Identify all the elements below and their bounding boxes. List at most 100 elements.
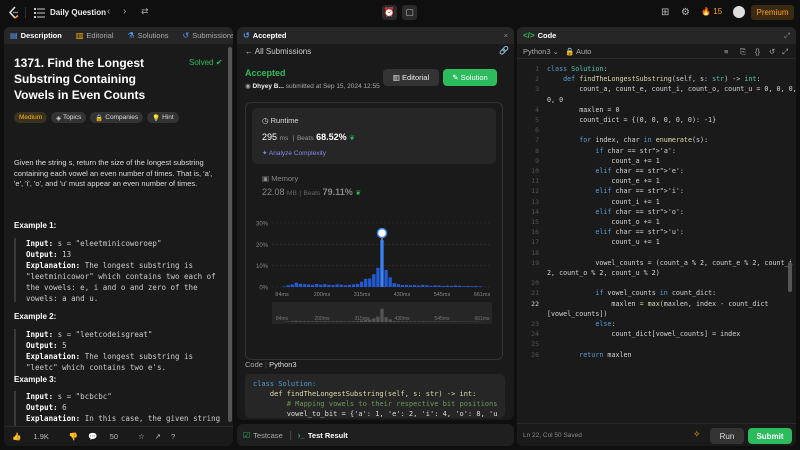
difficulty-badge[interactable]: Medium	[14, 112, 48, 123]
username[interactable]: Dhyey B...	[252, 83, 283, 90]
history-icon: ↺	[243, 31, 250, 40]
x-tick-label: 661ms	[474, 292, 491, 298]
chart-bar	[429, 285, 433, 287]
autocomplete-toggle[interactable]: 🔒 Auto	[565, 47, 591, 56]
star-icon[interactable]: ☆	[138, 432, 145, 441]
line-number: 3	[535, 85, 539, 94]
shuffle-icon[interactable]: ⇄	[141, 6, 149, 17]
language-select[interactable]: Python3 ⌄	[523, 47, 559, 56]
code-token: in	[643, 136, 652, 145]
hint-chip[interactable]: 💡 Hint	[147, 112, 179, 123]
premium-button[interactable]: Premium	[751, 5, 794, 20]
tab-editorial[interactable]: ▥ Editorial	[76, 31, 114, 40]
overview-tick-label: 430ms	[394, 316, 410, 322]
example-output: Output: 6	[26, 403, 67, 412]
code-line: count_a, count_e, count_i, count_o, coun…	[547, 85, 796, 94]
next-problem-icon[interactable]: ›	[123, 6, 126, 17]
dislike-icon[interactable]: 👎	[69, 432, 78, 441]
tab-accepted[interactable]: ↺ Accepted	[243, 31, 286, 40]
format-icon[interactable]: ≡	[724, 47, 728, 56]
code-token: elif	[595, 207, 612, 216]
timer-icon[interactable]: ⏰	[382, 5, 397, 20]
chip-label: Topics	[62, 114, 82, 121]
fullscreen-icon[interactable]: ⤢	[782, 47, 788, 57]
output-value: 6	[62, 403, 67, 412]
chart-bar	[351, 284, 356, 287]
tab-description[interactable]: ▤ Description	[10, 31, 62, 40]
share-icon[interactable]: ↗	[155, 432, 161, 441]
line-number: 20	[531, 279, 539, 288]
close-icon[interactable]: ×	[504, 31, 508, 40]
link-icon[interactable]: 🔗	[499, 46, 509, 55]
tab-solutions[interactable]: ⚗ Solutions	[128, 31, 169, 40]
like-button[interactable]: 👍 1.9K	[12, 432, 59, 441]
edit-icon: ✎	[452, 73, 461, 82]
runtime-distribution-chart[interactable]: 30% 20% 10% 0% 84ms 200ms 315ms 430ms 545ms 661ms…	[246, 221, 502, 361]
memory-label[interactable]: ▣ Memory	[262, 174, 298, 183]
code-token: return	[579, 350, 604, 359]
code-editor[interactable]: 1 class Solution: 2 def findTheLongestSubs…	[517, 60, 796, 423]
tab-label: Testcase	[253, 430, 283, 440]
braces-icon[interactable]: {}	[755, 47, 760, 56]
submit-button[interactable]: Submit	[748, 428, 792, 444]
reset-icon[interactable]: ↺	[769, 47, 775, 56]
analyze-complexity-link[interactable]: ✦ Analyze Complexity	[262, 149, 326, 157]
code-token: str	[712, 75, 725, 84]
code-token: in	[659, 289, 668, 298]
layout-icon[interactable]: ⊞	[661, 7, 669, 18]
line-number: 2	[535, 75, 539, 84]
code-token: def	[563, 75, 576, 84]
code-line: return maxlen	[579, 350, 632, 359]
problem-title: 1371. Find the Longest Substring Contain…	[14, 56, 146, 102]
code-line: for index, char in enumerate(s):	[579, 136, 709, 145]
scrollbar[interactable]	[788, 262, 792, 292]
maximize-icon[interactable]: ⤢	[784, 31, 790, 41]
runtime-card[interactable]: ◷ Runtime 295 ms | Beats 68.52% ❦ ✦ Anal…	[252, 108, 496, 164]
settings-gear-icon[interactable]: ⚙	[681, 7, 690, 18]
description-icon: ▤	[10, 31, 18, 40]
tab-testcase[interactable]: ☑ Testcase	[243, 431, 283, 440]
button-label: Editorial	[402, 73, 430, 82]
prev-problem-icon[interactable]: ‹	[107, 6, 110, 17]
submitted-code: class Solution: def findTheLongestSubstr…	[245, 374, 505, 418]
notes-icon[interactable]: ▢	[402, 5, 417, 20]
input-value: s = "eleetminicoworoep"	[57, 239, 162, 248]
solution-button[interactable]: ✎ Solution	[443, 69, 497, 86]
lock-icon: 🔒	[95, 114, 106, 122]
tab-label: Code	[537, 31, 557, 40]
code-brackets-icon: </>	[523, 31, 535, 40]
back-to-submissions[interactable]: ← All Submissions	[245, 47, 311, 56]
scrollbar[interactable]	[228, 47, 232, 422]
stats-box: ◷ Runtime 295 ms | Beats 68.52% ❦ ✦ Anal…	[245, 102, 503, 360]
tab-submissions[interactable]: ↺ Submissions	[183, 31, 233, 40]
problem-list-icon[interactable]	[34, 7, 45, 18]
tab-test-result[interactable]: ›_ Test Result	[298, 431, 348, 440]
topics-chip[interactable]: ◈ Topics	[51, 112, 87, 123]
code-token: for	[579, 136, 592, 145]
avatar[interactable]	[733, 6, 745, 18]
streak-counter[interactable]: 🔥 15	[701, 7, 722, 16]
run-button[interactable]: Run	[710, 428, 744, 444]
check-circle-icon: ✔	[215, 58, 223, 67]
tab-label: Editorial	[86, 31, 114, 40]
editorial-button[interactable]: ▥ Editorial	[383, 69, 439, 86]
bookmark-icon[interactable]: ⎘	[740, 47, 746, 57]
input-value: s = "leetcodeisgreat"	[57, 330, 153, 339]
comments-button[interactable]: 💬 50	[88, 432, 128, 441]
example-title: Example 1:	[14, 221, 57, 230]
chip-icon: ▣	[262, 174, 270, 183]
chart-bar	[298, 283, 303, 287]
sep: |	[292, 135, 295, 142]
companies-chip[interactable]: 🔒 Companies	[90, 112, 144, 123]
solved-status: Solved ✔	[189, 58, 222, 67]
ai-sparkle-icon[interactable]: ✧	[693, 429, 701, 440]
tab-code[interactable]: </> Code	[523, 31, 556, 40]
label: Memory	[271, 174, 299, 183]
daily-question-title[interactable]: Daily Question	[50, 8, 106, 17]
y-tick-label: 0%	[259, 286, 268, 292]
leetcode-logo-icon[interactable]	[8, 6, 20, 19]
code-line: count_i += 1	[547, 197, 660, 206]
help-icon[interactable]: ?	[171, 432, 175, 441]
line-number: 9	[535, 156, 539, 165]
chart-bar	[323, 284, 327, 287]
